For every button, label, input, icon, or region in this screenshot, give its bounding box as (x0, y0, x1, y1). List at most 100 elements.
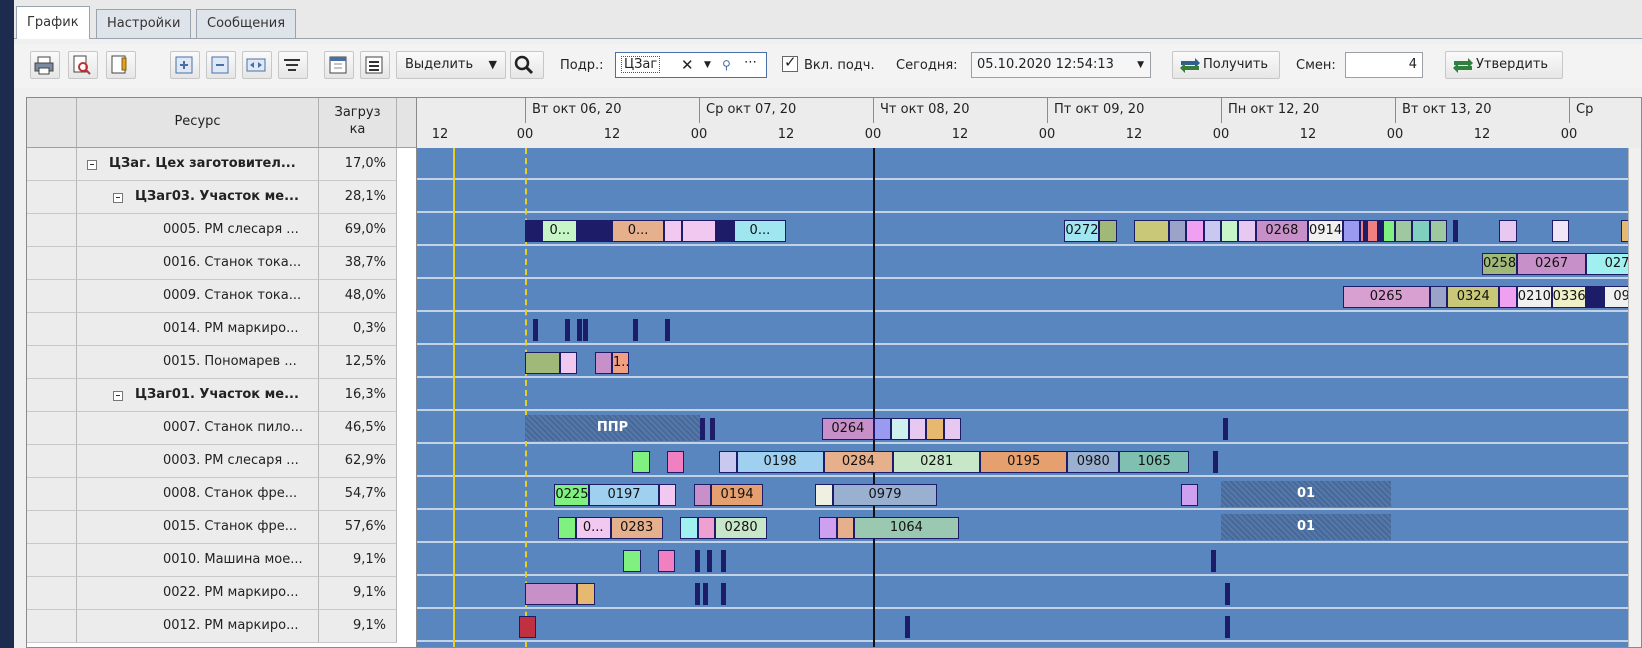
task-marker[interactable] (665, 319, 670, 341)
task-bar[interactable]: 0283 (610, 517, 663, 539)
resource-row[interactable]: ЦЗаг03. Участок ме... 28,1% (27, 181, 416, 214)
row-selector[interactable] (27, 280, 77, 313)
task-bar[interactable] (1203, 220, 1221, 242)
task-bar[interactable] (891, 418, 909, 440)
task-bar[interactable]: 0... (733, 220, 786, 242)
task-bar[interactable]: 0198 (736, 451, 824, 473)
collapse-toggle-icon[interactable] (113, 193, 123, 203)
print-preview-button[interactable] (68, 51, 98, 79)
task-bar[interactable] (664, 220, 682, 242)
task-bar[interactable]: 0225 (554, 484, 590, 506)
task-marker[interactable] (577, 319, 582, 341)
task-bar[interactable] (1099, 220, 1117, 242)
task-bar[interactable] (577, 583, 595, 605)
maintenance-block[interactable]: 01 (1221, 514, 1391, 540)
task-bar[interactable]: 0336 (1551, 286, 1587, 308)
task-bar[interactable] (716, 220, 734, 242)
row-selector[interactable] (27, 445, 77, 478)
resource-row[interactable]: 0014. РМ маркиро... 0,3% (27, 313, 416, 346)
task-bar[interactable]: 0197 (589, 484, 659, 506)
resource-row[interactable]: ЦЗаг01. Участок ме... 16,3% (27, 379, 416, 412)
row-selector[interactable] (27, 181, 77, 214)
task-bar[interactable] (1499, 286, 1517, 308)
task-marker[interactable] (707, 550, 712, 572)
task-bar[interactable] (1499, 220, 1517, 242)
ellipsis-icon[interactable]: ⋯ (744, 53, 757, 75)
task-bar[interactable] (681, 220, 717, 242)
collapse-toggle-icon[interactable] (87, 160, 97, 170)
task-bar[interactable]: 0194 (711, 484, 764, 506)
resource-row[interactable]: 0016. Станок тока... 38,7% (27, 247, 416, 280)
task-bar[interactable] (658, 484, 677, 506)
task-bar[interactable] (1551, 220, 1569, 242)
task-bar[interactable] (836, 517, 855, 539)
task-bar[interactable] (943, 418, 961, 440)
task-bar[interactable] (819, 517, 837, 539)
select-dropdown[interactable]: Выделить ▼ (396, 51, 506, 79)
task-bar[interactable] (1342, 220, 1361, 242)
task-bar[interactable]: 0... (575, 517, 611, 539)
task-marker[interactable] (695, 583, 700, 605)
resource-row[interactable]: 0008. Станок фре... 54,7% (27, 478, 416, 511)
task-bar[interactable] (1168, 220, 1187, 242)
task-bar[interactable] (697, 517, 715, 539)
fit-width-button[interactable] (242, 51, 272, 79)
group-view-button[interactable] (360, 51, 390, 79)
task-bar[interactable] (558, 517, 576, 539)
task-marker[interactable] (721, 583, 726, 605)
dropdown-icon[interactable]: ▼ (704, 53, 711, 77)
task-bar[interactable]: 0980 (1067, 451, 1120, 473)
row-selector[interactable] (27, 214, 77, 247)
resource-row[interactable]: 0007. Станок пило... 46,5% (27, 412, 416, 445)
resource-row[interactable]: 0003. РМ слесаря ... 62,9% (27, 445, 416, 478)
dept-field[interactable]: ЦЗаг ✕ ▼ ⚲ ⋯ (615, 52, 767, 78)
task-bar[interactable] (594, 352, 612, 374)
task-bar[interactable] (1412, 220, 1430, 242)
task-bar[interactable] (1238, 220, 1256, 242)
task-marker[interactable] (1225, 583, 1230, 605)
task-bar[interactable] (658, 550, 676, 572)
task-marker[interactable] (700, 418, 705, 440)
get-button[interactable]: Получить (1172, 51, 1280, 79)
task-marker[interactable] (565, 319, 570, 341)
task-bar[interactable]: 0284 (823, 451, 894, 473)
maintenance-block[interactable]: 01 (1221, 481, 1391, 507)
task-marker[interactable] (710, 418, 715, 440)
grid-header-load[interactable]: Загруз ка (319, 98, 397, 148)
row-selector[interactable] (27, 577, 77, 610)
task-bar[interactable] (519, 616, 537, 638)
task-bar[interactable] (908, 418, 927, 440)
row-selector[interactable] (27, 478, 77, 511)
resource-row[interactable]: 0010. Машина мое... 9,1% (27, 544, 416, 577)
task-bar[interactable]: 0979 (832, 484, 938, 506)
task-marker[interactable] (1363, 220, 1368, 242)
task-marker[interactable] (1213, 451, 1218, 473)
row-selector[interactable] (27, 346, 77, 379)
tab-settings[interactable]: Настройки (96, 9, 192, 38)
include-subordinates-checkbox[interactable]: ✓ (782, 53, 798, 72)
task-bar[interactable]: 0264 (821, 418, 874, 440)
task-bar[interactable] (525, 352, 560, 374)
row-selector[interactable] (27, 313, 77, 346)
task-marker[interactable] (1453, 220, 1458, 242)
task-bar[interactable]: 0210 (1516, 286, 1552, 308)
task-marker[interactable] (1223, 418, 1228, 440)
page-settings-button[interactable] (106, 51, 136, 79)
task-marker[interactable] (533, 319, 538, 341)
task-bar[interactable]: 0272 (1064, 220, 1100, 242)
task-marker[interactable] (1211, 550, 1216, 572)
resource-row[interactable]: 0015. Станок фре... 57,6% (27, 511, 416, 544)
task-bar[interactable] (680, 517, 698, 539)
task-bar[interactable] (577, 220, 612, 242)
maintenance-block[interactable]: ППР (525, 415, 700, 441)
row-selector[interactable] (27, 247, 77, 280)
task-bar[interactable] (1186, 220, 1204, 242)
resource-row[interactable]: 0015. Пономарев ... 12,5% (27, 346, 416, 379)
task-bar[interactable]: 1065 (1119, 451, 1189, 473)
grid-header-resource[interactable]: Ресурс (77, 98, 319, 148)
task-bar[interactable]: 0280 (715, 517, 768, 539)
search-button[interactable] (510, 51, 544, 79)
tab-messages[interactable]: Сообщения (196, 9, 297, 38)
collapse-toggle-icon[interactable] (113, 391, 123, 401)
task-bar[interactable] (623, 550, 641, 572)
